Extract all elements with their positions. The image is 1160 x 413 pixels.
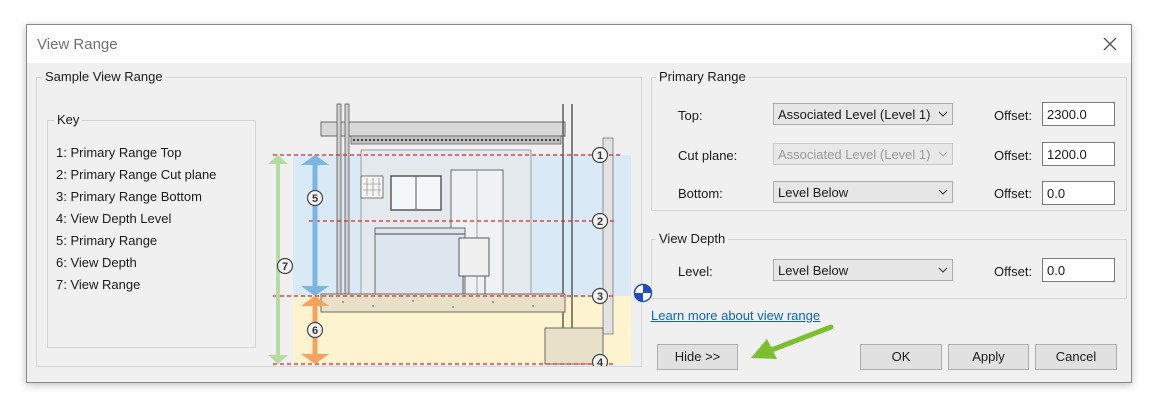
cut-plane-select: Associated Level (Level 1) [773, 143, 953, 165]
cut-plane-value: Associated Level (Level 1) [778, 147, 931, 162]
level-label: Level: [678, 264, 713, 279]
marker-3: 3 [591, 287, 609, 305]
view-range-dialog: View Range Sample View Range Key 1: Prim… [26, 24, 1132, 383]
marker-7: 7 [276, 257, 294, 275]
cut-offset-label: Offset: [994, 148, 1033, 163]
top-level-value: Associated Level (Level 1) [778, 107, 931, 122]
key-item-5: 5: Primary Range [56, 233, 158, 248]
svg-text:3: 3 [597, 291, 603, 303]
dialog-title: View Range [37, 36, 118, 53]
bottom-offset-input[interactable]: 0.0 [1042, 181, 1115, 205]
hide-button[interactable]: Hide >> [657, 344, 738, 370]
key-item-2: 2: Primary Range Cut plane [56, 167, 217, 182]
marker-4: 4 [591, 353, 609, 366]
view-depth-legend: View Depth [656, 231, 729, 246]
depth-offset-label: Offset: [994, 264, 1033, 279]
bottom-level-select[interactable]: Level Below [773, 181, 953, 203]
key-item-1: 1: Primary Range Top [56, 145, 182, 160]
view-depth-group: View Depth Level: Level Below Offset: 0.… [651, 231, 1127, 299]
pointer-arrow [751, 324, 834, 359]
svg-text:4: 4 [597, 357, 604, 366]
chevron-down-icon [938, 111, 948, 117]
svg-text:6: 6 [312, 325, 318, 337]
top-offset-label: Offset: [994, 108, 1033, 123]
key-item-7: 7: View Range [56, 277, 141, 292]
section-illustration: 1 2 3 4 5 6 7 [268, 103, 631, 366]
key-item-3: 3: Primary Range Bottom [56, 189, 202, 204]
top-label: Top: [678, 108, 703, 123]
chevron-down-icon [938, 189, 948, 195]
depth-offset-input[interactable]: 0.0 [1042, 258, 1115, 282]
key-group: Key 1: Primary Range Top 2: Primary Rang… [47, 112, 256, 348]
chevron-down-icon [938, 151, 948, 157]
close-icon[interactable] [1099, 33, 1121, 55]
apply-button[interactable]: Apply [948, 344, 1029, 370]
svg-text:5: 5 [312, 193, 318, 205]
svg-text:1: 1 [597, 150, 603, 162]
marker-1: 1 [591, 146, 609, 164]
view-depth-level-select[interactable]: Level Below [773, 259, 953, 281]
top-level-select[interactable]: Associated Level (Level 1) [773, 103, 953, 125]
sample-view-range-legend: Sample View Range [42, 69, 166, 84]
key-item-6: 6: View Depth [56, 255, 137, 270]
marker-5: 5 [306, 189, 324, 207]
sample-view-range-group: Sample View Range Key 1: Primary Range T… [36, 69, 642, 367]
view-depth-level-value: Level Below [778, 263, 849, 278]
svg-text:2: 2 [597, 216, 603, 228]
cut-plane-label: Cut plane: [678, 148, 738, 163]
primary-range-legend: Primary Range [656, 69, 749, 84]
title-bar: View Range [27, 25, 1131, 63]
top-offset-input[interactable]: 2300.0 [1042, 102, 1115, 126]
chevron-down-icon [938, 267, 948, 273]
primary-range-group: Primary Range Top: Associated Level (Lev… [651, 69, 1127, 211]
cut-offset-input[interactable]: 1200.0 [1042, 142, 1115, 166]
marker-2: 2 [591, 212, 609, 230]
bottom-offset-label: Offset: [994, 186, 1033, 201]
svg-text:7: 7 [282, 261, 288, 273]
cancel-button[interactable]: Cancel [1035, 344, 1117, 370]
ok-button[interactable]: OK [860, 344, 942, 370]
bottom-level-value: Level Below [778, 185, 849, 200]
bottom-label: Bottom: [678, 186, 723, 201]
marker-6: 6 [306, 321, 324, 339]
key-item-4: 4: View Depth Level [56, 211, 172, 226]
key-legend: Key [54, 112, 83, 127]
level-target-icon [633, 283, 653, 303]
